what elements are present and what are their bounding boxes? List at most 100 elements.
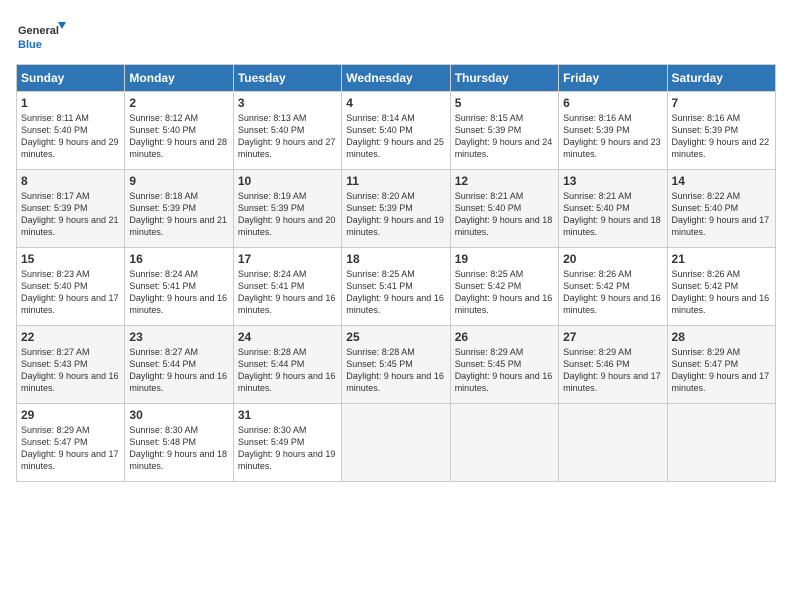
day-number: 20	[563, 252, 662, 266]
day-number: 19	[455, 252, 554, 266]
day-cell: 15 Sunrise: 8:23 AMSunset: 5:40 PMDayligh…	[17, 248, 125, 326]
day-info: Sunrise: 8:26 AMSunset: 5:42 PMDaylight:…	[563, 269, 661, 315]
day-number: 25	[346, 330, 445, 344]
day-info: Sunrise: 8:19 AMSunset: 5:39 PMDaylight:…	[238, 191, 336, 237]
calendar-header-row: SundayMondayTuesdayWednesdayThursdayFrid…	[17, 65, 776, 92]
day-info: Sunrise: 8:14 AMSunset: 5:40 PMDaylight:…	[346, 113, 444, 159]
day-info: Sunrise: 8:21 AMSunset: 5:40 PMDaylight:…	[563, 191, 661, 237]
day-number: 23	[129, 330, 228, 344]
day-cell: 11 Sunrise: 8:20 AMSunset: 5:39 PMDayligh…	[342, 170, 450, 248]
day-cell: 27 Sunrise: 8:29 AMSunset: 5:46 PMDayligh…	[559, 326, 667, 404]
calendar-table: SundayMondayTuesdayWednesdayThursdayFrid…	[16, 64, 776, 482]
day-number: 8	[21, 174, 120, 188]
calendar-row: 1 Sunrise: 8:11 AMSunset: 5:40 PMDaylight…	[17, 92, 776, 170]
day-number: 9	[129, 174, 228, 188]
day-info: Sunrise: 8:21 AMSunset: 5:40 PMDaylight:…	[455, 191, 553, 237]
day-cell: 8 Sunrise: 8:17 AMSunset: 5:39 PMDaylight…	[17, 170, 125, 248]
day-number: 7	[672, 96, 771, 110]
day-number: 12	[455, 174, 554, 188]
day-number: 30	[129, 408, 228, 422]
day-cell: 20 Sunrise: 8:26 AMSunset: 5:42 PMDayligh…	[559, 248, 667, 326]
day-cell	[667, 404, 775, 482]
day-cell: 7 Sunrise: 8:16 AMSunset: 5:39 PMDaylight…	[667, 92, 775, 170]
day-number: 17	[238, 252, 337, 266]
day-number: 10	[238, 174, 337, 188]
logo: General Blue	[16, 16, 66, 56]
day-info: Sunrise: 8:17 AMSunset: 5:39 PMDaylight:…	[21, 191, 119, 237]
day-info: Sunrise: 8:29 AMSunset: 5:46 PMDaylight:…	[563, 347, 661, 393]
day-cell	[450, 404, 558, 482]
day-number: 16	[129, 252, 228, 266]
day-number: 1	[21, 96, 120, 110]
page-header: General Blue	[16, 16, 776, 56]
day-number: 13	[563, 174, 662, 188]
day-cell: 3Sunrise: 8:13 AMSunset: 5:40 PMDaylight…	[233, 92, 341, 170]
day-number: 24	[238, 330, 337, 344]
day-cell	[342, 404, 450, 482]
day-info: Sunrise: 8:25 AMSunset: 5:42 PMDaylight:…	[455, 269, 553, 315]
day-number: 18	[346, 252, 445, 266]
col-header-thursday: Thursday	[450, 65, 558, 92]
day-cell-1: 1 Sunrise: 8:11 AMSunset: 5:40 PMDaylight…	[17, 92, 125, 170]
day-number: 11	[346, 174, 445, 188]
day-cell: 25 Sunrise: 8:28 AMSunset: 5:45 PMDayligh…	[342, 326, 450, 404]
day-cell: 28 Sunrise: 8:29 AMSunset: 5:47 PMDayligh…	[667, 326, 775, 404]
day-number: 15	[21, 252, 120, 266]
day-cell: 22Sunrise: 8:27 AMSunset: 5:43 PMDayligh…	[17, 326, 125, 404]
calendar-row: 15 Sunrise: 8:23 AMSunset: 5:40 PMDayligh…	[17, 248, 776, 326]
svg-text:Blue: Blue	[18, 39, 42, 51]
day-number: 5	[455, 96, 554, 110]
day-number: 27	[563, 330, 662, 344]
day-info: Sunrise: 8:24 AMSunset: 5:41 PMDaylight:…	[238, 269, 336, 315]
day-info: Sunrise: 8:24 AMSunset: 5:41 PMDaylight:…	[129, 269, 227, 315]
day-info: Sunrise: 8:23 AMSunset: 5:40 PMDaylight:…	[21, 269, 119, 315]
day-number: 26	[455, 330, 554, 344]
calendar-row: 8 Sunrise: 8:17 AMSunset: 5:39 PMDaylight…	[17, 170, 776, 248]
day-number: 14	[672, 174, 771, 188]
day-number: 6	[563, 96, 662, 110]
day-cell: 10 Sunrise: 8:19 AMSunset: 5:39 PMDayligh…	[233, 170, 341, 248]
day-number: 2	[129, 96, 228, 110]
day-info: Sunrise: 8:28 AMSunset: 5:45 PMDaylight:…	[346, 347, 444, 393]
day-cell: 5Sunrise: 8:15 AMSunset: 5:39 PMDaylight…	[450, 92, 558, 170]
day-info: Sunrise: 8:11 AMSunset: 5:40 PMDaylight:…	[21, 113, 119, 159]
day-info: Sunrise: 8:16 AMSunset: 5:39 PMDaylight:…	[672, 113, 770, 159]
day-cell: 24 Sunrise: 8:28 AMSunset: 5:44 PMDayligh…	[233, 326, 341, 404]
day-cell: 23 Sunrise: 8:27 AMSunset: 5:44 PMDayligh…	[125, 326, 233, 404]
day-cell: 17 Sunrise: 8:24 AMSunset: 5:41 PMDayligh…	[233, 248, 341, 326]
day-number: 22	[21, 330, 120, 344]
day-number: 21	[672, 252, 771, 266]
day-cell: 30 Sunrise: 8:30 AMSunset: 5:48 PMDayligh…	[125, 404, 233, 482]
day-info: Sunrise: 8:29 AMSunset: 5:47 PMDaylight:…	[21, 425, 119, 471]
day-info: Sunrise: 8:18 AMSunset: 5:39 PMDaylight:…	[129, 191, 227, 237]
day-info: Sunrise: 8:20 AMSunset: 5:39 PMDaylight:…	[346, 191, 444, 237]
day-cell: 2Sunrise: 8:12 AMSunset: 5:40 PMDaylight…	[125, 92, 233, 170]
day-cell: 9 Sunrise: 8:18 AMSunset: 5:39 PMDaylight…	[125, 170, 233, 248]
day-cell: 16 Sunrise: 8:24 AMSunset: 5:41 PMDayligh…	[125, 248, 233, 326]
logo-svg: General Blue	[16, 16, 66, 56]
day-cell: 4Sunrise: 8:14 AMSunset: 5:40 PMDaylight…	[342, 92, 450, 170]
day-cell	[559, 404, 667, 482]
day-cell: 19 Sunrise: 8:25 AMSunset: 5:42 PMDayligh…	[450, 248, 558, 326]
svg-text:General: General	[18, 25, 59, 37]
col-header-saturday: Saturday	[667, 65, 775, 92]
day-info: Sunrise: 8:30 AMSunset: 5:48 PMDaylight:…	[129, 425, 227, 471]
day-cell: 26 Sunrise: 8:29 AMSunset: 5:45 PMDayligh…	[450, 326, 558, 404]
day-info: Sunrise: 8:22 AMSunset: 5:40 PMDaylight:…	[672, 191, 770, 237]
day-info: Sunrise: 8:29 AMSunset: 5:47 PMDaylight:…	[672, 347, 770, 393]
calendar-row: 22Sunrise: 8:27 AMSunset: 5:43 PMDayligh…	[17, 326, 776, 404]
day-cell: 6 Sunrise: 8:16 AMSunset: 5:39 PMDaylight…	[559, 92, 667, 170]
col-header-sunday: Sunday	[17, 65, 125, 92]
day-info: Sunrise: 8:28 AMSunset: 5:44 PMDaylight:…	[238, 347, 336, 393]
day-info: Sunrise: 8:27 AMSunset: 5:44 PMDaylight:…	[129, 347, 227, 393]
day-info: Sunrise: 8:16 AMSunset: 5:39 PMDaylight:…	[563, 113, 661, 159]
day-number: 29	[21, 408, 120, 422]
day-info: Sunrise: 8:29 AMSunset: 5:45 PMDaylight:…	[455, 347, 553, 393]
day-cell: 18Sunrise: 8:25 AMSunset: 5:41 PMDayligh…	[342, 248, 450, 326]
day-number: 31	[238, 408, 337, 422]
day-cell: 29 Sunrise: 8:29 AMSunset: 5:47 PMDayligh…	[17, 404, 125, 482]
day-cell: 13 Sunrise: 8:21 AMSunset: 5:40 PMDayligh…	[559, 170, 667, 248]
day-number: 28	[672, 330, 771, 344]
day-number: 3	[238, 96, 337, 110]
col-header-tuesday: Tuesday	[233, 65, 341, 92]
